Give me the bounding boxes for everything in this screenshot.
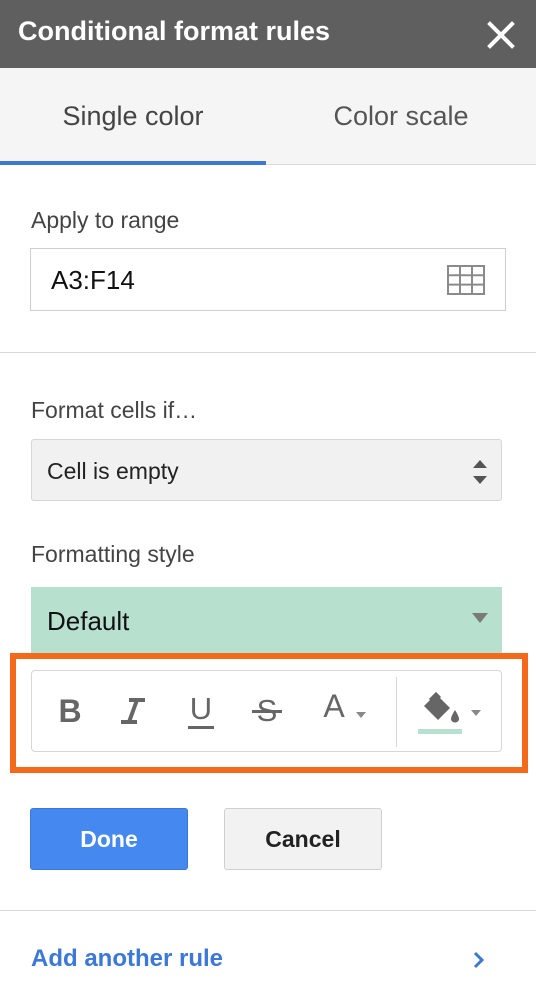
- add-another-rule-link[interactable]: Add another rule: [31, 944, 223, 974]
- up-down-arrows-icon: [473, 460, 487, 484]
- tab-single-color[interactable]: Single color: [0, 68, 266, 165]
- italic-icon: [121, 698, 145, 724]
- section-divider: [0, 352, 536, 353]
- close-icon[interactable]: [484, 18, 518, 52]
- fill-color-button[interactable]: [404, 671, 494, 751]
- cancel-label: Cancel: [265, 825, 341, 852]
- strikethrough-line: [252, 710, 282, 713]
- toolbar-separator: [396, 677, 397, 747]
- format-cells-label: Format cells if…: [31, 397, 198, 423]
- panel-header: Conditional format rules: [0, 0, 536, 68]
- text-color-dropdown-icon: [355, 712, 366, 718]
- underline-bar: [188, 726, 214, 729]
- text-color-button[interactable]: A: [312, 671, 378, 751]
- tab-color-scale-label: Color scale: [333, 101, 469, 131]
- range-value: A3:F14: [51, 265, 135, 295]
- formatting-style-select[interactable]: Default: [31, 587, 502, 653]
- cancel-button[interactable]: Cancel: [224, 808, 382, 870]
- formatting-toolbar: B U S A: [31, 670, 502, 752]
- bold-label: B: [58, 692, 82, 729]
- condition-value: Cell is empty: [47, 458, 179, 484]
- text-color-label: A: [323, 687, 345, 724]
- tab-color-scale[interactable]: Color scale: [266, 68, 536, 165]
- fill-color-dropdown-icon: [471, 710, 481, 716]
- paint-bucket-icon: [418, 691, 462, 734]
- bold-button[interactable]: B: [48, 671, 92, 751]
- done-button[interactable]: Done: [30, 808, 188, 870]
- chevron-right-icon[interactable]: [472, 950, 486, 970]
- underline-button[interactable]: U: [178, 671, 224, 751]
- apply-range-label: Apply to range: [31, 207, 180, 233]
- footer-divider: [0, 910, 536, 911]
- tab-single-color-label: Single color: [62, 101, 204, 131]
- italic-button[interactable]: [110, 671, 156, 751]
- active-tab-indicator: [0, 161, 266, 165]
- done-label: Done: [80, 825, 138, 852]
- underline-label: U: [189, 691, 213, 726]
- range-input[interactable]: A3:F14: [30, 248, 506, 311]
- grid-icon[interactable]: [447, 265, 485, 295]
- tab-bar: Single color Color scale: [0, 68, 536, 165]
- condition-select[interactable]: Cell is empty: [31, 439, 502, 501]
- strikethrough-button[interactable]: S: [244, 671, 290, 751]
- formatting-style-value: Default: [47, 606, 130, 636]
- panel-title: Conditional format rules: [18, 16, 331, 46]
- formatting-style-label: Formatting style: [31, 541, 195, 567]
- chevron-down-icon: [472, 613, 488, 623]
